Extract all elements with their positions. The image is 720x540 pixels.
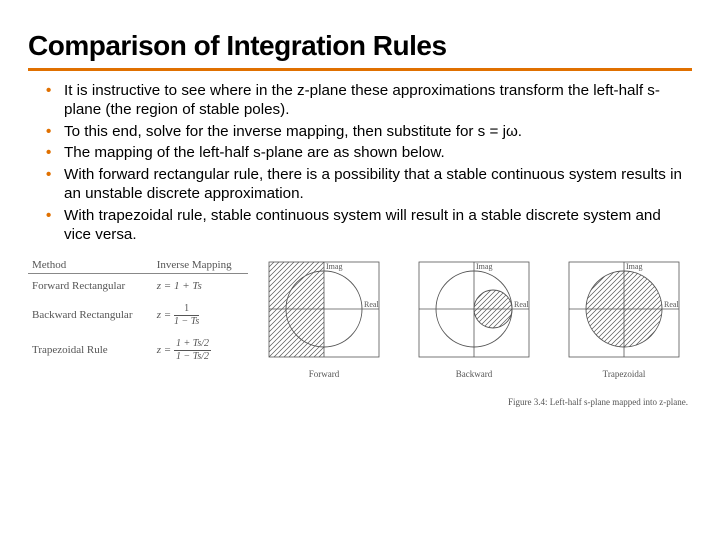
axis-label-real: Real (664, 300, 679, 309)
bullet-item: With trapezoidal rule, stable continuous… (46, 206, 692, 245)
bullet-item: With forward rectangular rule, there is … (46, 165, 692, 204)
table-header-mapping: Inverse Mapping (153, 257, 248, 274)
method-cell: Forward Rectangular (28, 273, 153, 298)
axis-label-imag: Imag (476, 262, 492, 271)
axis-label-real: Real (364, 300, 379, 309)
bullet-item: The mapping of the left-half s-plane are… (46, 143, 692, 162)
slide-title: Comparison of Integration Rules (28, 30, 692, 71)
mapping-cell: z = 1 1 − Ts (153, 298, 248, 333)
plot-trapezoidal: Imag Real Trapezoidal (564, 257, 684, 379)
mapping-cell: z = 1 + Ts (153, 273, 248, 298)
plots-container: Imag Real Forward (256, 257, 692, 407)
method-table: Method Inverse Mapping Forward Rectangul… (28, 257, 248, 368)
method-cell: Backward Rectangular (28, 298, 153, 333)
plot-backward: Imag Real Backward (414, 257, 534, 379)
axis-label-real: Real (514, 300, 529, 309)
plot-forward: Imag Real Forward (264, 257, 384, 379)
axis-label-imag: Imag (326, 262, 342, 271)
figure-caption: Figure 3.4: Left-half s-plane mapped int… (256, 397, 692, 407)
mapping-cell: z = 1 + Ts/2 1 − Ts/2 (153, 333, 248, 368)
bullet-item: To this end, solve for the inverse mappi… (46, 122, 692, 141)
figure-row: Method Inverse Mapping Forward Rectangul… (28, 257, 692, 407)
plot-caption: Forward (264, 369, 384, 379)
axis-label-imag: Imag (626, 262, 642, 271)
bullet-list: It is instructive to see where in the z-… (28, 81, 692, 245)
method-cell: Trapezoidal Rule (28, 333, 153, 368)
table-row: Forward Rectangular z = 1 + Ts (28, 273, 248, 298)
plot-caption: Trapezoidal (564, 369, 684, 379)
table-header-method: Method (28, 257, 153, 274)
bullet-item: It is instructive to see where in the z-… (46, 81, 692, 120)
plot-caption: Backward (414, 369, 534, 379)
table-row: Trapezoidal Rule z = 1 + Ts/2 1 − Ts/2 (28, 333, 248, 368)
table-row: Backward Rectangular z = 1 1 − Ts (28, 298, 248, 333)
